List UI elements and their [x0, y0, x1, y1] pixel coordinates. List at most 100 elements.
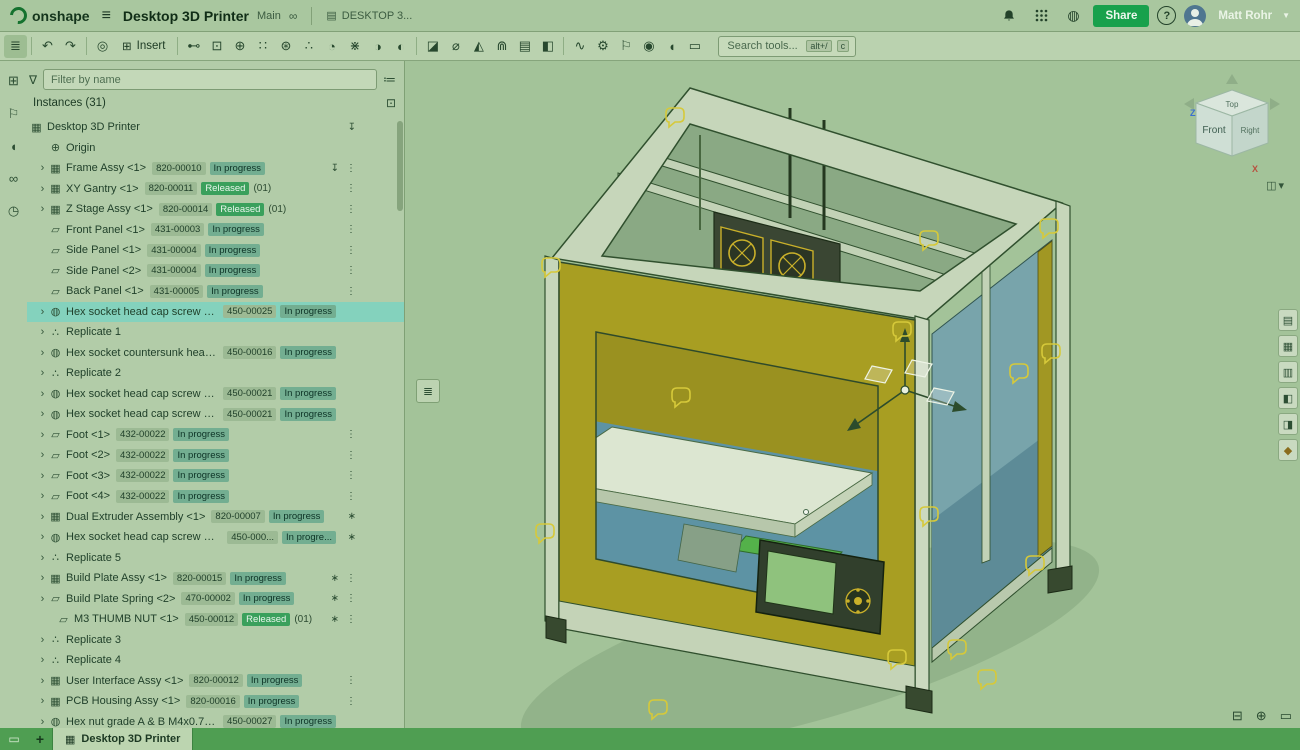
- view-options-button[interactable]: ◫▾: [1266, 179, 1284, 192]
- expand-chevron-icon[interactable]: ›: [37, 326, 48, 338]
- section-view-icon[interactable]: ◪: [421, 35, 444, 58]
- filter-input[interactable]: [43, 69, 377, 90]
- tree-row[interactable]: ›▦Z Stage Assy <1>820-00014Released(01)⋮: [27, 199, 404, 220]
- expand-chevron-icon[interactable]: ›: [37, 634, 48, 646]
- expand-chevron-icon[interactable]: ›: [37, 449, 48, 461]
- tree-row[interactable]: ›▦Dual Extruder Assembly <1>820-00007In …: [27, 507, 404, 528]
- expand-chevron-icon[interactable]: ›: [37, 408, 48, 420]
- named-positions-icon[interactable]: ◑: [366, 35, 389, 58]
- mate-icon[interactable]: ⊷: [182, 35, 205, 58]
- tree-row[interactable]: ›◍Hex socket countersunk head screw M3x0…: [27, 343, 404, 364]
- expand-chevron-icon[interactable]: ›: [37, 654, 48, 666]
- structure-tree-toggle[interactable]: ≣: [416, 379, 440, 403]
- onshape-logo[interactable]: onshape: [10, 7, 90, 24]
- expand-chevron-icon[interactable]: ›: [37, 572, 48, 584]
- tree-row[interactable]: ›◍Hex socket head cap screw M3x0.50 x 5 …: [27, 404, 404, 425]
- configurations-panel-icon[interactable]: ◧: [1278, 387, 1298, 409]
- expand-chevron-icon[interactable]: ›: [37, 675, 48, 687]
- mate-icon[interactable]: ⋮: [346, 429, 356, 440]
- tree-row[interactable]: ›◍Hex socket head cap screw M3x0.50 x 5 …: [27, 384, 404, 405]
- tree-row[interactable]: ›▦PCB Housing Assy <1>820-00016In progre…: [27, 691, 404, 712]
- circular-pattern-icon[interactable]: ⊛: [274, 35, 297, 58]
- tree-row[interactable]: ›∴Replicate 2: [27, 363, 404, 384]
- mate-icon[interactable]: ⋮: [346, 245, 356, 256]
- print-icon[interactable]: ⊟: [1232, 708, 1243, 724]
- bom-panel-icon[interactable]: ▥: [1278, 361, 1298, 383]
- tree-row[interactable]: ›◍Hex socket head cap screw M3x0.50 x 10…: [27, 527, 404, 548]
- mate-icon[interactable]: ⋮: [346, 675, 356, 686]
- tree-row[interactable]: ▱Side Panel <2>431-00004In progress⋮: [27, 261, 404, 282]
- avatar[interactable]: [1184, 5, 1206, 27]
- tree-row[interactable]: ›▦Build Plate Assy <1>820-00015In progre…: [27, 568, 404, 589]
- expand-chevron-icon[interactable]: ›: [37, 183, 48, 195]
- mate-icon[interactable]: ⋮: [346, 163, 356, 174]
- simulation-icon[interactable]: ∿: [568, 35, 591, 58]
- expand-chevron-icon[interactable]: ›: [37, 695, 48, 707]
- appearance-icon[interactable]: ◧: [536, 35, 559, 58]
- tree-row[interactable]: ▦Desktop 3D Printer↧: [27, 117, 404, 138]
- expand-chevron-icon[interactable]: ›: [37, 306, 48, 318]
- mate-icon[interactable]: ⋮: [346, 265, 356, 276]
- exploded-view-icon[interactable]: ⋇: [343, 35, 366, 58]
- tree-row[interactable]: ›▱Build Plate Spring <2>470-00002In prog…: [27, 589, 404, 610]
- assembly-3d-viewport[interactable]: Top Front Right Z X: [406, 61, 1300, 728]
- tree-row[interactable]: ▱M3 THUMB NUT <1>450-00012Released(01)∗⋮: [27, 609, 404, 630]
- mate-icon[interactable]: ⋮: [346, 224, 356, 235]
- filter-icon[interactable]: ∇: [29, 73, 37, 87]
- user-name[interactable]: Matt Rohr: [1218, 10, 1272, 22]
- add-tab-button[interactable]: +: [28, 731, 52, 747]
- parts-panel-icon[interactable]: ▦: [1278, 335, 1298, 357]
- assembly-features-icon[interactable]: ≣: [4, 35, 27, 58]
- share-button[interactable]: Share: [1093, 5, 1149, 27]
- fixed-icon[interactable]: ↧: [348, 122, 356, 133]
- tree-row[interactable]: ›▱Foot <1>432-00022In progress⋮: [27, 425, 404, 446]
- share-feedback-icon[interactable]: ∞: [9, 171, 18, 186]
- expand-chevron-icon[interactable]: ›: [37, 347, 48, 359]
- expand-chevron-icon[interactable]: ›: [37, 593, 48, 605]
- help-icon[interactable]: ?: [1157, 6, 1176, 25]
- tree-row[interactable]: ›▦Frame Assy <1>820-00010In progress↧⋮: [27, 158, 404, 179]
- comments-icon[interactable]: ◖: [10, 139, 18, 154]
- tree-row[interactable]: ›▱Foot <4>432-00022In progress⋮: [27, 486, 404, 507]
- triad-icon[interactable]: ∗: [348, 532, 356, 543]
- insert-panel-icon[interactable]: ⊞: [8, 73, 19, 89]
- learning-center-icon[interactable]: ◍: [1061, 4, 1085, 28]
- expand-chevron-icon[interactable]: ›: [37, 470, 48, 482]
- tree-scrollbar[interactable]: [397, 119, 403, 724]
- instances-panel-icon[interactable]: ▤: [1278, 309, 1298, 331]
- expand-chevron-icon[interactable]: ›: [37, 367, 48, 379]
- expand-chevron-icon[interactable]: ›: [37, 716, 48, 728]
- redo-icon[interactable]: ↷: [59, 35, 82, 58]
- expand-chevron-icon[interactable]: ›: [37, 511, 48, 523]
- scrollbar-thumb[interactable]: [397, 121, 403, 211]
- record-icon[interactable]: ◉: [637, 35, 660, 58]
- tab-desktop-3d-printer[interactable]: ▦ Desktop 3D Printer: [52, 728, 193, 750]
- tree-row[interactable]: ›▦XY Gantry <1>820-00011Released(01)⋮: [27, 179, 404, 200]
- tree-row[interactable]: ▱Back Panel <1>431-00005In progress⋮: [27, 281, 404, 302]
- graphics-area[interactable]: Top Front Right Z X ≣ ◫▾ ▤ ▦ ▥ ◧ ◨ ◆ ⊟ ⊕ ▭: [406, 61, 1300, 728]
- replicate-tool-icon[interactable]: ∴: [297, 35, 320, 58]
- tree-row[interactable]: ›∴Replicate 1: [27, 322, 404, 343]
- globe-icon[interactable]: ⊕: [1256, 708, 1267, 724]
- tree-row[interactable]: ›∴Replicate 4: [27, 650, 404, 671]
- mate-icon[interactable]: ⋮: [346, 286, 356, 297]
- mate-icon[interactable]: ⋮: [346, 491, 356, 502]
- expand-chevron-icon[interactable]: ›: [37, 531, 48, 543]
- display-icon[interactable]: ▭: [1280, 708, 1292, 724]
- appearance-panel-icon[interactable]: ◨: [1278, 413, 1298, 435]
- mate-icon[interactable]: ⋮: [346, 450, 356, 461]
- tree-row[interactable]: ▱Side Panel <1>431-00004In progress⋮: [27, 240, 404, 261]
- viewport-icon[interactable]: ▭: [0, 732, 28, 746]
- edit-in-context-icon[interactable]: ◎: [91, 35, 114, 58]
- interference-icon[interactable]: ⋒: [490, 35, 513, 58]
- popout-icon[interactable]: ⊡: [386, 96, 396, 110]
- app-store-icon[interactable]: [1029, 4, 1053, 28]
- view-cube-right-label[interactable]: Right: [1241, 126, 1260, 135]
- search-tools-input[interactable]: [725, 39, 801, 53]
- document-tab[interactable]: ▤ DESKTOP 3...: [326, 9, 412, 22]
- tree-row[interactable]: ›∴Replicate 5: [27, 548, 404, 569]
- mate-icon[interactable]: ⋮: [346, 593, 356, 604]
- custom-tables-panel-icon[interactable]: ◆: [1278, 439, 1298, 461]
- link-icon[interactable]: ∞: [289, 9, 298, 23]
- mate-icon[interactable]: ⋮: [346, 696, 356, 707]
